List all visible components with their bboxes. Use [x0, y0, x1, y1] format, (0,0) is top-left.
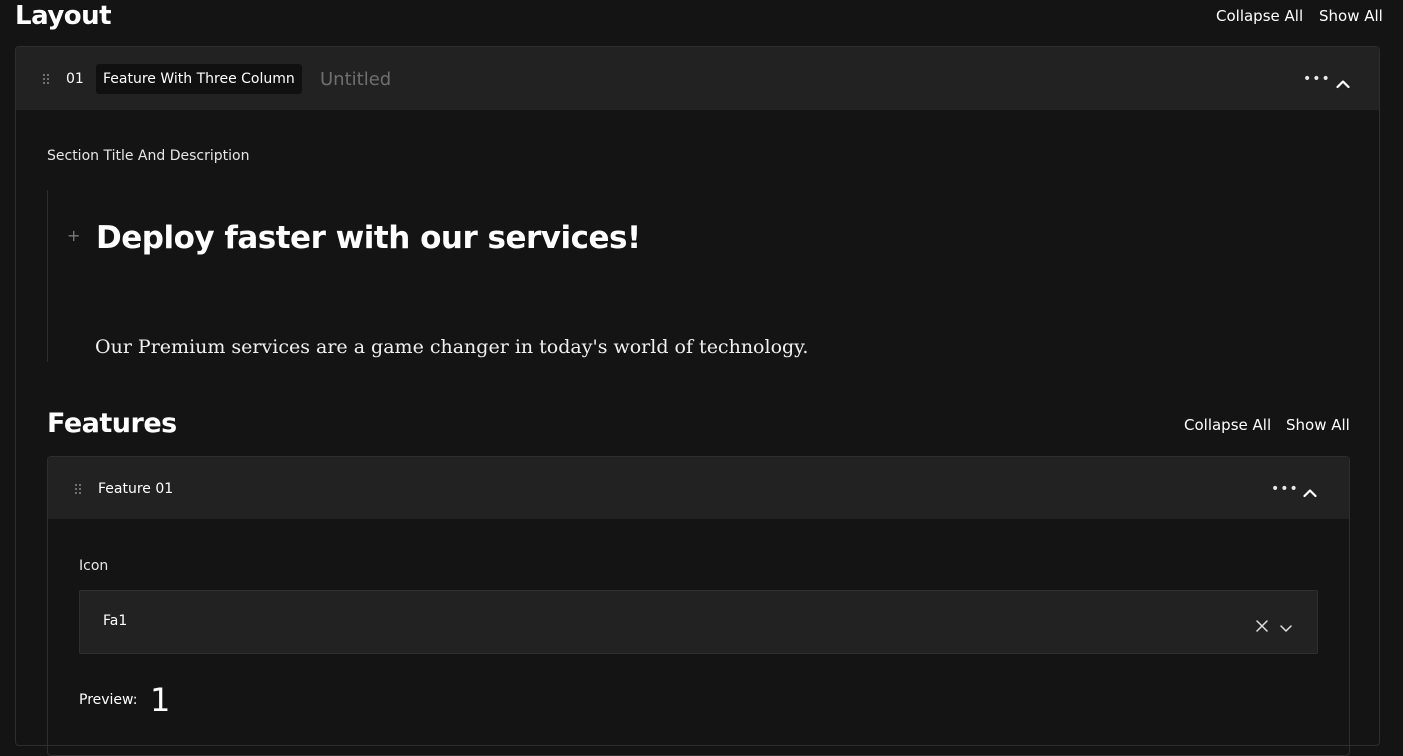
icon-preview: 1	[150, 681, 171, 719]
richtext-border	[47, 190, 48, 362]
plus-icon[interactable]: +	[67, 226, 80, 245]
features-collapse-all-button[interactable]: Collapse All	[1184, 415, 1271, 435]
chevron-down-icon[interactable]	[1280, 618, 1292, 637]
feature-name: Feature 01	[98, 481, 174, 497]
features-show-all-button[interactable]: Show All	[1286, 415, 1350, 435]
layout-block-header[interactable]: 01 Feature With Three Column Untitled ••…	[16, 47, 1379, 110]
page-title: Layout	[15, 1, 112, 31]
drag-handle-icon[interactable]	[43, 74, 51, 86]
more-horizontal-icon[interactable]: •••	[1303, 72, 1331, 86]
chevron-up-icon[interactable]	[1303, 483, 1317, 498]
more-horizontal-icon[interactable]: •••	[1271, 482, 1299, 496]
block-name: Untitled	[320, 69, 392, 90]
features-title: Features	[47, 408, 177, 439]
block-type-tag: Feature With Three Column	[96, 64, 302, 94]
collapse-all-button[interactable]: Collapse All	[1216, 6, 1303, 26]
show-all-button[interactable]: Show All	[1319, 6, 1383, 26]
chevron-up-icon[interactable]	[1336, 74, 1350, 89]
row-number: 01	[66, 71, 84, 87]
drag-handle-icon[interactable]	[75, 484, 83, 496]
clear-icon[interactable]	[1256, 617, 1268, 636]
feature-item-header[interactable]: Feature 01 •••	[48, 457, 1349, 519]
section-label: Section Title And Description	[47, 148, 250, 164]
icon-select-value: Fa1	[103, 613, 128, 629]
preview-label: Preview:	[79, 692, 138, 708]
section-description[interactable]: Our Premium services are a game changer …	[95, 333, 808, 361]
section-heading[interactable]: Deploy faster with our services!	[96, 218, 641, 258]
icon-select[interactable]: Fa1	[79, 590, 1318, 654]
icon-field-label: Icon	[79, 558, 109, 574]
